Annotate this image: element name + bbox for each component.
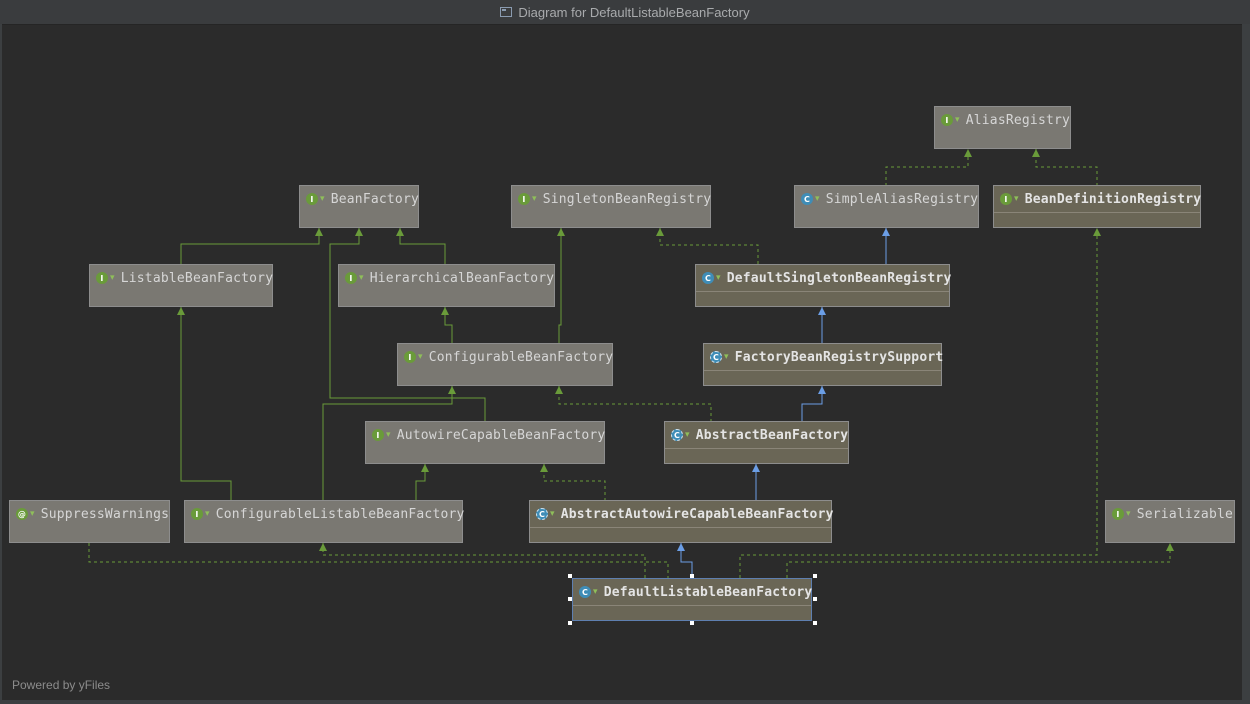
node-label: ListableBeanFactory <box>120 270 274 286</box>
edge-abstractbf-to-factorybean <box>801 386 823 422</box>
node-label: BeanDefinitionRegistry <box>1024 191 1202 207</box>
node-label: SuppressWarnings <box>40 506 170 522</box>
edge-hierarchical-to-beanfactory <box>399 228 446 265</box>
node-abstract-autowire-capable-bean-factory[interactable]: C ▾ AbstractAutowireCapableBeanFactory <box>529 500 834 543</box>
interface-icon: I <box>1112 508 1124 520</box>
selection-handle[interactable] <box>568 574 572 578</box>
node-configurable-listable-bean-factory[interactable]: I ▾ ConfigurableListableBeanFactory <box>184 500 465 543</box>
lock-icon: ▾ <box>685 430 690 440</box>
node-simple-alias-registry[interactable]: C ▾ SimpleAliasRegistry <box>794 185 979 228</box>
node-label: AbstractBeanFactory <box>695 427 849 443</box>
interface-icon: I <box>372 429 384 441</box>
edge-simplealias-to-aliasregistry <box>885 149 969 186</box>
edge-dlbf-to-cl <box>322 543 646 578</box>
class-icon: C <box>702 272 714 284</box>
lock-icon: ▾ <box>815 194 820 204</box>
lock-icon: ▾ <box>1014 194 1019 204</box>
node-abstract-bean-factory[interactable]: C ▾ AbstractBeanFactory <box>664 421 849 464</box>
interface-icon: I <box>1000 193 1012 205</box>
lock-icon: ▾ <box>418 352 423 362</box>
node-label: DefaultListableBeanFactory <box>603 584 813 600</box>
node-label: AliasRegistry <box>965 112 1071 128</box>
node-default-singleton-bean-registry[interactable]: C ▾ DefaultSingletonBeanRegistry <box>695 264 952 307</box>
edge-suppress-to-dlbf <box>88 543 669 578</box>
abstract-class-icon: C <box>710 351 722 363</box>
node-configurable-bean-factory[interactable]: I ▾ ConfigurableBeanFactory <box>397 343 613 386</box>
node-alias-registry[interactable]: I ▾ AliasRegistry <box>934 106 1071 149</box>
lock-icon: ▾ <box>955 115 960 125</box>
node-label: BeanFactory <box>330 191 420 207</box>
node-label: Serializable <box>1136 506 1234 522</box>
node-label: FactoryBeanRegistrySupport <box>734 349 944 365</box>
selection-handle[interactable] <box>568 621 572 625</box>
interface-icon: I <box>518 193 530 205</box>
node-bean-factory[interactable]: I ▾ BeanFactory <box>299 185 419 228</box>
interface-icon: I <box>191 508 203 520</box>
class-icon: C <box>579 586 591 598</box>
lock-icon: ▾ <box>205 509 210 519</box>
edge-autowire-to-beanfactory <box>329 228 486 422</box>
node-hierarchical-bean-factory[interactable]: I ▾ HierarchicalBeanFactory <box>338 264 555 307</box>
selection-handle[interactable] <box>690 574 694 578</box>
interface-icon: I <box>404 351 416 363</box>
selection-handle[interactable] <box>813 621 817 625</box>
abstract-class-icon: C <box>671 429 683 441</box>
interface-icon: I <box>96 272 108 284</box>
lock-icon: ▾ <box>532 194 537 204</box>
node-label: AbstractAutowireCapableBeanFactory <box>560 506 834 522</box>
bottom-edge <box>0 700 1250 704</box>
node-factory-bean-registry-support[interactable]: C ▾ FactoryBeanRegistrySupport <box>703 343 944 386</box>
lock-icon: ▾ <box>30 509 35 519</box>
class-icon: C <box>801 193 813 205</box>
selection-handle[interactable] <box>690 621 694 625</box>
node-serializable[interactable]: I ▾ Serializable <box>1105 500 1235 543</box>
edge-dlbf-to-serializable <box>786 543 1171 578</box>
selection-handle[interactable] <box>813 597 817 601</box>
powered-by-label: Powered by yFiles <box>12 678 111 692</box>
node-singleton-bean-registry[interactable]: I ▾ SingletonBeanRegistry <box>511 185 711 228</box>
edge-defaultsingleton-to-singleton <box>659 228 759 264</box>
annotation-icon: @ <box>16 508 28 520</box>
node-label: ConfigurableListableBeanFactory <box>215 506 465 522</box>
lock-icon: ▾ <box>550 509 555 519</box>
node-bean-definition-registry[interactable]: I ▾ BeanDefinitionRegistry <box>993 185 1201 228</box>
lock-icon: ▾ <box>110 273 115 283</box>
node-label: AutowireCapableBeanFactory <box>396 427 606 443</box>
edge-aacbf-to-autowire <box>543 464 606 501</box>
abstract-class-icon: C <box>536 508 548 520</box>
lock-icon: ▾ <box>716 273 721 283</box>
edge-abstractbf-to-configurable <box>558 386 712 422</box>
node-label: SingletonBeanRegistry <box>542 191 712 207</box>
edge-cl-to-listable <box>180 307 232 501</box>
node-label: SimpleAliasRegistry <box>825 191 979 207</box>
node-label: DefaultSingletonBeanRegistry <box>726 270 952 286</box>
selection-handle[interactable] <box>568 597 572 601</box>
node-label: HierarchicalBeanFactory <box>369 270 555 286</box>
node-default-listable-bean-factory[interactable]: C ▾ DefaultListableBeanFactory <box>572 578 812 621</box>
node-label: ConfigurableBeanFactory <box>428 349 614 365</box>
lock-icon: ▾ <box>320 194 325 204</box>
edge-configurable-to-singleton <box>558 228 562 344</box>
node-autowire-capable-bean-factory[interactable]: I ▾ AutowireCapableBeanFactory <box>365 421 605 464</box>
lock-icon: ▾ <box>593 587 598 597</box>
interface-icon: I <box>941 114 953 126</box>
lock-icon: ▾ <box>724 352 729 362</box>
interface-icon: I <box>306 193 318 205</box>
node-suppress-warnings[interactable]: @ ▾ SuppressWarnings <box>9 500 170 543</box>
lock-icon: ▾ <box>359 273 364 283</box>
lock-icon: ▾ <box>1126 509 1131 519</box>
node-listable-bean-factory[interactable]: I ▾ ListableBeanFactory <box>89 264 273 307</box>
interface-icon: I <box>345 272 357 284</box>
selection-handle[interactable] <box>813 574 817 578</box>
lock-icon: ▾ <box>386 430 391 440</box>
edge-beandefreg-to-aliasregistry <box>1035 149 1098 186</box>
edge-listable-to-beanfactory <box>180 228 320 265</box>
